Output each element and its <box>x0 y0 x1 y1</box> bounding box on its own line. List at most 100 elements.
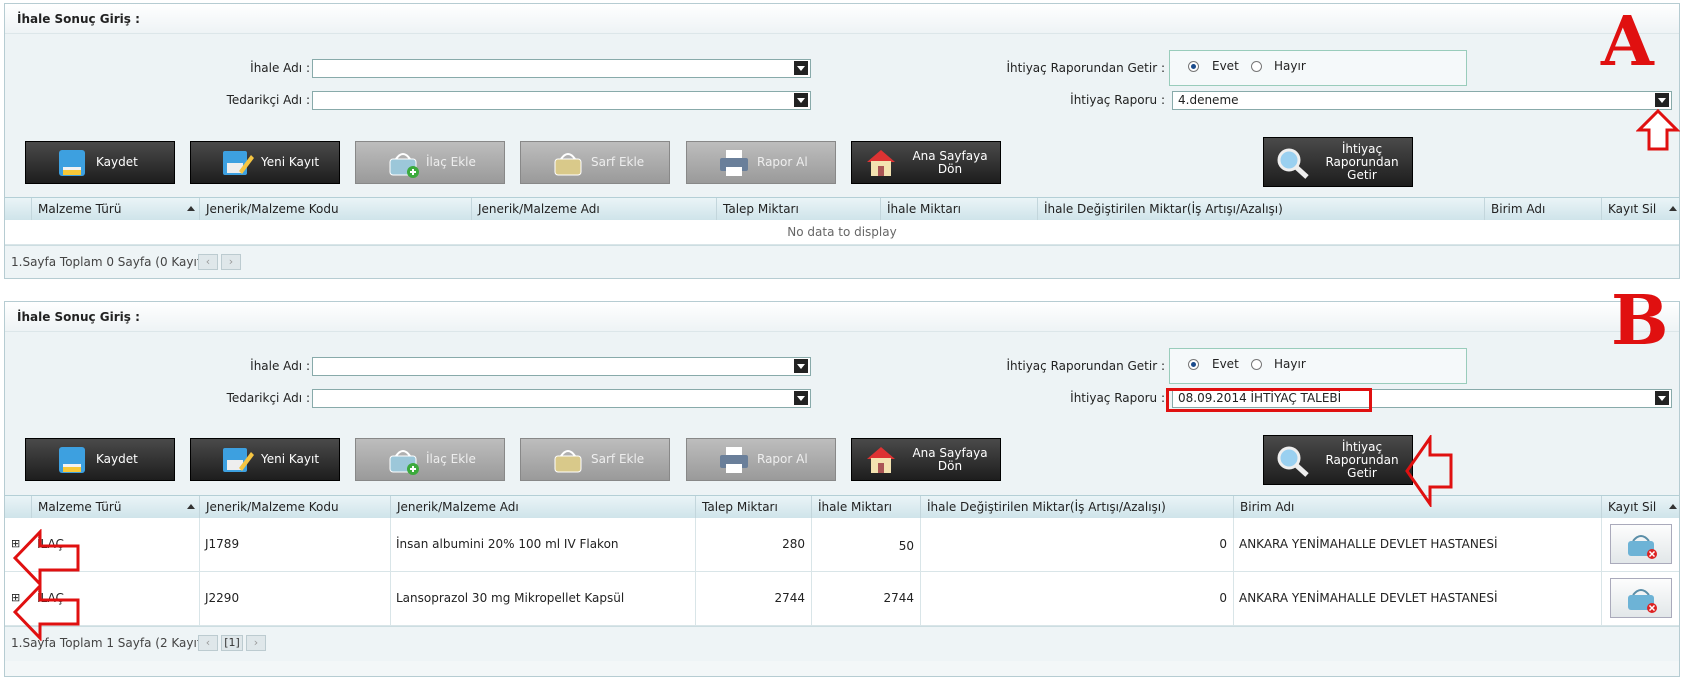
cell-ad: Lansoprazol 30 mg Mikropellet Kapsül <box>396 591 625 605</box>
save-icon <box>59 150 85 176</box>
col-ihale-miktari[interactable]: İhale Miktarı <box>811 496 920 518</box>
col-jenerik-adi[interactable]: Jenerik/Malzeme Adı <box>471 198 716 220</box>
pager-text: 1.Sayfa Toplam 0 Sayfa (0 Kayıt) <box>11 255 207 269</box>
tedarikci-adi-combo[interactable] <box>312 91 811 110</box>
col-kayit-sil[interactable]: Kayıt Sil <box>1601 198 1679 220</box>
getir-radio-group: Evet Hayır <box>1169 50 1467 86</box>
col-malzeme-turu[interactable]: Malzeme Türü <box>31 198 199 220</box>
ihtiyac-raporu-label: İhtiyaç Raporu : <box>1070 391 1165 405</box>
prev-page-button[interactable]: ‹ <box>198 635 218 651</box>
ihtiyac-raporu-combo[interactable]: 4.deneme <box>1172 91 1672 110</box>
hayir-radio[interactable] <box>1251 359 1262 370</box>
sort-icon[interactable] <box>1669 206 1677 211</box>
rapor-al-button[interactable]: Rapor Al <box>686 141 836 184</box>
tedarikci-adi-label: Tedarikçi Adı : <box>226 93 310 107</box>
kaydet-button[interactable]: Kaydet <box>25 141 175 184</box>
home-icon <box>867 447 895 473</box>
sort-asc-icon[interactable] <box>187 206 195 211</box>
basket-add-icon <box>389 450 419 475</box>
basket-icon <box>554 450 582 473</box>
col-jenerik-adi[interactable]: Jenerik/Malzeme Adı <box>390 496 695 518</box>
ihtiyac-raporundan-getir-button[interactable]: İhtiyaç Raporundan Getir <box>1263 435 1413 485</box>
dropdown-arrow-icon[interactable] <box>794 93 808 107</box>
cell-ihale[interactable]: 2744 <box>811 588 920 608</box>
panel-title: İhale Sonuç Giriş : <box>5 302 1679 332</box>
ihtiyac-raporundan-getir-button[interactable]: İhtiyaç Raporundan Getir <box>1263 137 1413 187</box>
rapor-al-button[interactable]: Rapor Al <box>686 438 836 481</box>
col-separator <box>390 518 391 625</box>
col-degisen-miktar[interactable]: İhale Değiştirilen Miktar(İş Artışı/Azal… <box>1037 198 1484 220</box>
ihale-adi-combo[interactable] <box>312 357 811 376</box>
dropdown-arrow-icon[interactable] <box>794 359 808 373</box>
ihale-adi-label: İhale Adı : <box>250 359 310 373</box>
annotation-highlight-box <box>1166 388 1372 412</box>
basket-delete-icon <box>1628 589 1657 613</box>
table-row[interactable]: ⊞ İLAÇ J2290 Lansoprazol 30 mg Mikropell… <box>5 572 1679 626</box>
delete-row-button[interactable] <box>1610 578 1672 618</box>
ihtiyac-raporu-label: İhtiyaç Raporu : <box>1070 93 1165 107</box>
col-jenerik-kodu[interactable]: Jenerik/Malzeme Kodu <box>199 198 471 220</box>
basket-delete-icon <box>1628 535 1657 559</box>
panel-a: İhale Sonuç Giriş : İhale Adı : Tedarikç… <box>4 3 1680 279</box>
table-row[interactable]: ⊞ İLAÇ J1789 İnsan albumini 20% 100 ml I… <box>5 518 1679 572</box>
col-talep-miktari[interactable]: Talep Miktarı <box>716 198 880 220</box>
annotation-arrow-up-icon <box>1636 108 1680 151</box>
col-degisen-miktar[interactable]: İhale Değiştirilen Miktar(İş Artışı/Azal… <box>920 496 1233 518</box>
sort-icon[interactable] <box>1669 504 1677 509</box>
col-birim-adi[interactable]: Birim Adı <box>1484 198 1601 220</box>
evet-label: Evet <box>1212 357 1239 371</box>
ihale-adi-combo[interactable] <box>312 59 811 78</box>
sarf-ekle-button[interactable]: Sarf Ekle <box>520 141 670 184</box>
save-icon <box>59 447 85 473</box>
basket-add-icon <box>389 153 419 178</box>
no-data-text: No data to display <box>787 225 897 239</box>
ana-sayfa-button[interactable]: Ana Sayfaya Dön <box>851 141 1001 184</box>
new-record-icon <box>223 448 254 472</box>
hayir-label: Hayır <box>1274 357 1306 371</box>
annotation-letter-b: B <box>1611 281 1669 361</box>
next-page-button[interactable]: › <box>246 635 266 651</box>
dropdown-arrow-icon[interactable] <box>794 391 808 405</box>
col-separator <box>199 518 200 625</box>
dropdown-arrow-icon[interactable] <box>1655 93 1669 107</box>
cell-ad: İnsan albumini 20% 100 ml IV Flakon <box>396 537 619 551</box>
ilac-ekle-button[interactable]: İlaç Ekle <box>355 438 505 481</box>
col-jenerik-kodu[interactable]: Jenerik/Malzeme Kodu <box>199 496 390 518</box>
prev-page-button[interactable]: ‹ <box>198 254 218 270</box>
sort-asc-icon[interactable] <box>187 504 195 509</box>
evet-radio[interactable] <box>1188 359 1199 370</box>
cell-kod: J2290 <box>205 591 240 605</box>
yeni-kayit-button[interactable]: Yeni Kayıt <box>190 141 340 184</box>
next-page-button[interactable]: › <box>221 254 241 270</box>
col-talep-miktari[interactable]: Talep Miktarı <box>695 496 811 518</box>
cell-ihale[interactable]: 50 <box>811 536 920 556</box>
col-separator <box>920 518 921 625</box>
printer-icon <box>720 150 748 176</box>
tedarikci-adi-combo[interactable] <box>312 389 811 408</box>
col-malzeme-turu[interactable]: Malzeme Türü <box>31 496 199 518</box>
annotation-arrow-left-icon <box>1405 435 1453 507</box>
dropdown-arrow-icon[interactable] <box>1655 391 1669 405</box>
ilac-ekle-button[interactable]: İlaç Ekle <box>355 141 505 184</box>
delete-row-button[interactable] <box>1610 524 1672 564</box>
getir-radio-group: Evet Hayır <box>1169 348 1467 384</box>
hayir-radio[interactable] <box>1251 61 1262 72</box>
sarf-ekle-button[interactable]: Sarf Ekle <box>520 438 670 481</box>
search-icon <box>1277 446 1309 477</box>
evet-radio[interactable] <box>1188 61 1199 72</box>
empty-row: No data to display <box>5 220 1679 245</box>
ana-sayfa-button[interactable]: Ana Sayfaya Dön <box>851 438 1001 481</box>
col-kayit-sil[interactable]: Kayıt Sil <box>1601 496 1679 518</box>
yeni-kayit-button[interactable]: Yeni Kayıt <box>190 438 340 481</box>
current-page[interactable]: [1] <box>221 635 243 651</box>
dropdown-arrow-icon[interactable] <box>794 61 808 75</box>
getir-label: İhtiyaç Raporundan Getir : <box>1006 359 1165 373</box>
col-ihale-miktari[interactable]: İhale Miktarı <box>880 198 1037 220</box>
printer-icon <box>720 447 748 473</box>
annotation-arrow-left-icon <box>12 529 80 587</box>
col-separator <box>1601 518 1602 625</box>
col-separator <box>1233 518 1234 625</box>
cell-kod: J1789 <box>205 537 240 551</box>
kaydet-button[interactable]: Kaydet <box>25 438 175 481</box>
basket-icon <box>554 153 582 176</box>
